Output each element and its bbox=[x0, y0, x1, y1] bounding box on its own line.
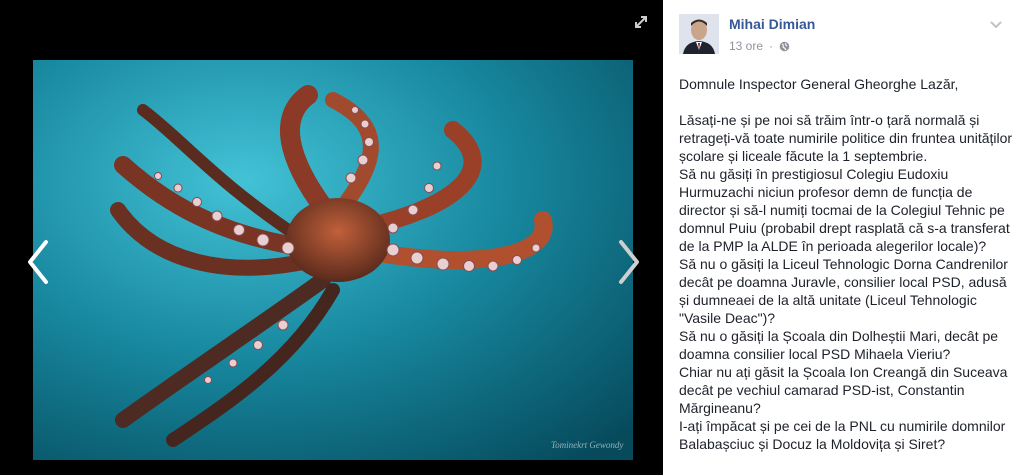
fullscreen-button[interactable] bbox=[632, 13, 650, 31]
post-paragraph: Chiar nu ați găsit la Școala Ion Creangă… bbox=[679, 364, 1008, 416]
post-greeting: Domnule Inspector General Gheorghe Lazăr… bbox=[679, 76, 959, 92]
post-paragraph: Să nu o găsiți la Liceul Tehnologic Dorn… bbox=[679, 256, 1008, 326]
chevron-right-icon bbox=[619, 240, 639, 284]
post-panel: Mihai Dimian 13 ore · Domnule Inspector … bbox=[663, 0, 1023, 475]
octopus-photo: Tominekrt Gewondy bbox=[33, 60, 633, 460]
meta-separator: · bbox=[769, 39, 774, 53]
post-paragraph: Să nu o găsiți la Școala din Dolheștii M… bbox=[679, 328, 999, 362]
previous-photo-button[interactable] bbox=[22, 236, 52, 288]
author-avatar[interactable] bbox=[679, 14, 719, 54]
post-meta: 13 ore · bbox=[729, 39, 790, 53]
chevron-left-icon bbox=[28, 240, 48, 284]
post-timestamp[interactable]: 13 ore bbox=[729, 39, 763, 53]
next-photo-button[interactable] bbox=[615, 236, 645, 288]
chevron-down-icon bbox=[990, 21, 1002, 29]
post-paragraph: Lăsați-ne și pe noi să trăim într-o țară… bbox=[679, 112, 1013, 164]
author-name-link[interactable]: Mihai Dimian bbox=[729, 16, 815, 32]
photo-watermark: Tominekrt Gewondy bbox=[551, 440, 623, 450]
post-paragraph: Să nu găsiți în prestigiosul Colegiu Eud… bbox=[679, 166, 1010, 254]
photo-viewer: Tominekrt Gewondy bbox=[0, 0, 663, 475]
globe-icon[interactable] bbox=[779, 41, 790, 52]
post-paragraph: I-ați împăcat și pe cei de la PNL cu num… bbox=[679, 418, 1006, 452]
fullscreen-icon bbox=[635, 16, 647, 28]
post-body: Domnule Inspector General Gheorghe Lazăr… bbox=[679, 75, 1015, 453]
post-options-button[interactable] bbox=[989, 18, 1003, 30]
